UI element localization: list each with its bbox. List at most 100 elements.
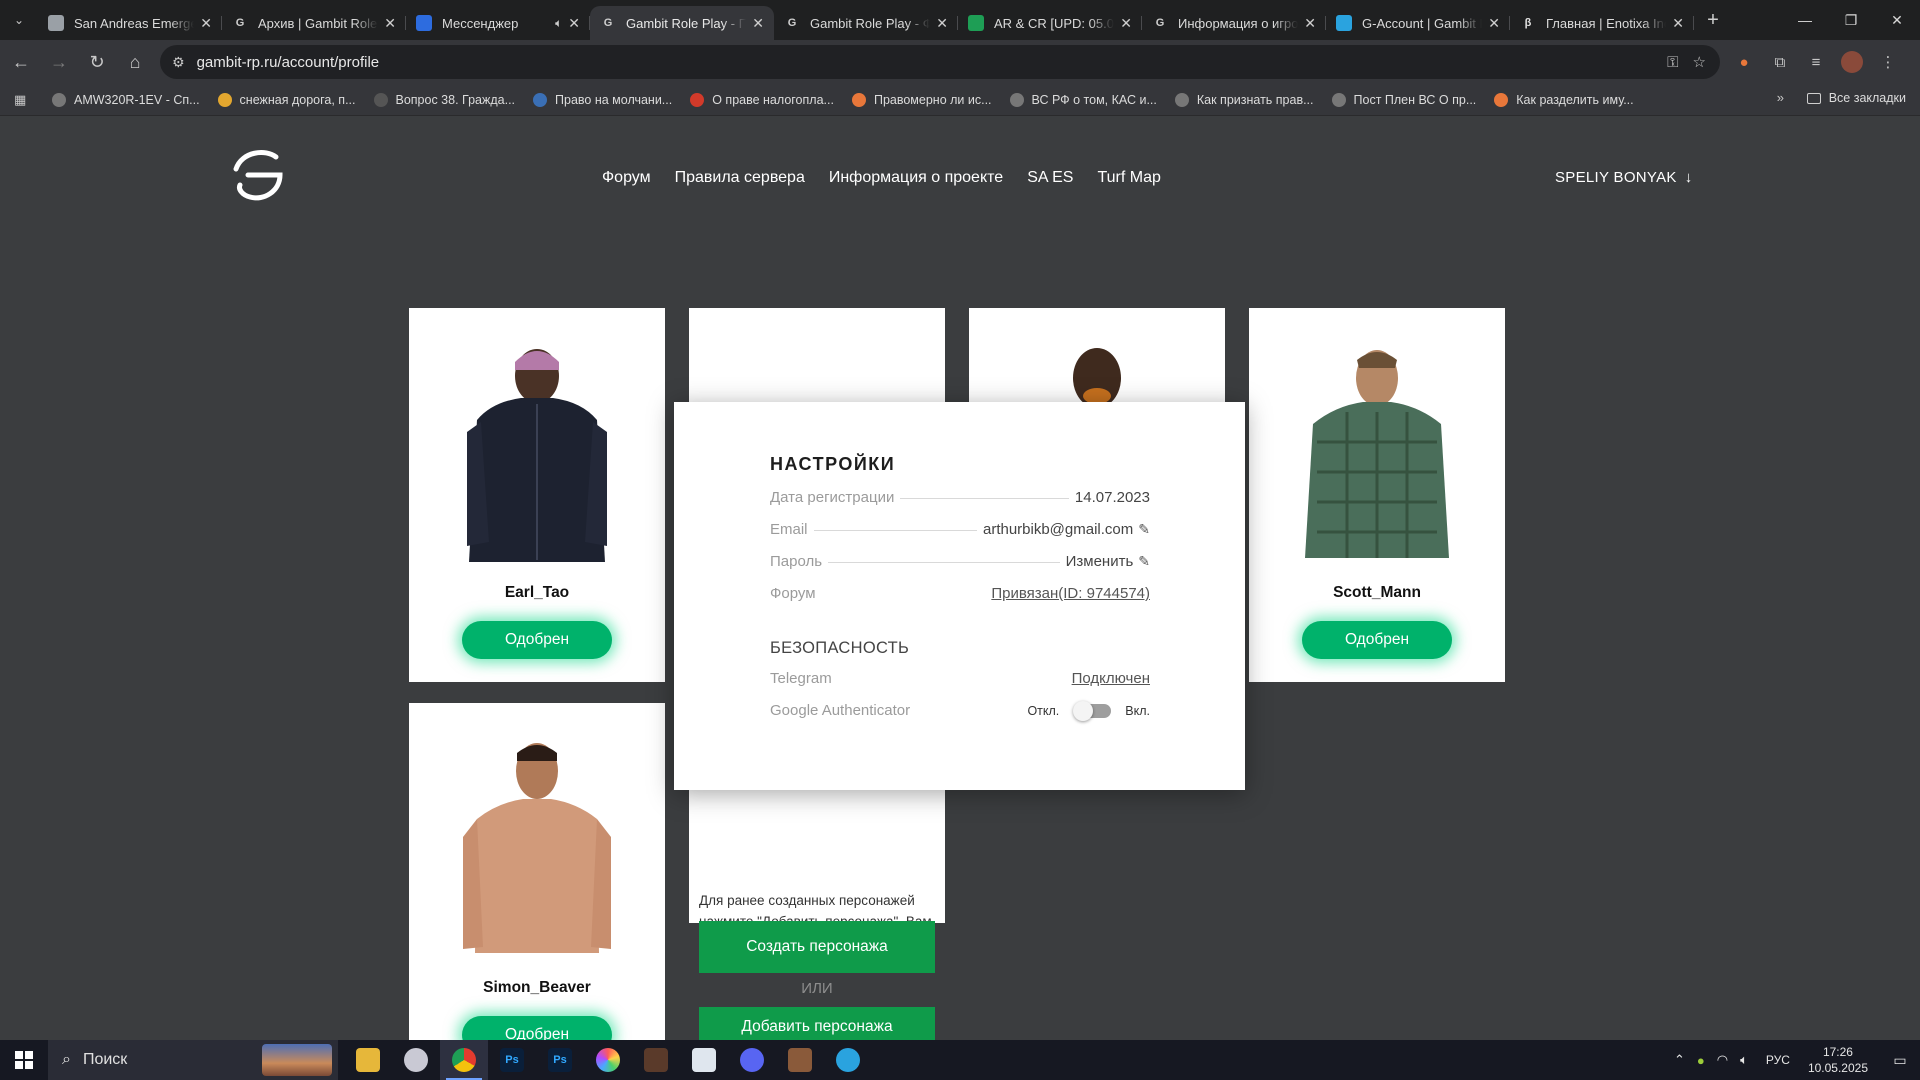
character-name: Scott_Mann <box>1333 584 1421 601</box>
restore-icon[interactable]: ❐ <box>1828 0 1874 40</box>
tab-search-chevron-icon[interactable]: ⌄ <box>6 7 32 33</box>
character-card[interactable]: Scott_Mann Одобрен <box>1249 308 1505 682</box>
forum-linked-link[interactable]: Привязан(ID: 9744574) <box>991 585 1150 602</box>
close-tab-icon[interactable]: ✕ <box>1488 15 1500 32</box>
tray-app-icon[interactable]: ● <box>1697 1053 1705 1068</box>
bookmark-item[interactable]: Как разделить иму... <box>1494 92 1634 107</box>
profile-avatar[interactable] <box>1841 51 1863 73</box>
minimize-icon[interactable]: — <box>1782 0 1828 40</box>
close-tab-icon[interactable]: ✕ <box>1120 15 1132 32</box>
apps-grid-icon[interactable]: ▦ <box>14 92 38 108</box>
volume-icon[interactable]: 🔈︎ <box>1740 1052 1748 1068</box>
status-approved-button[interactable]: Одобрен <box>462 1016 612 1040</box>
status-approved-button[interactable]: Одобрен <box>1302 621 1452 659</box>
url-text[interactable]: gambit-rp.ru/account/profile <box>197 54 1668 71</box>
bookmark-item[interactable]: ВС РФ о том, КАС и... <box>1009 92 1157 107</box>
taskbar-app[interactable] <box>344 1040 392 1080</box>
extensions-puzzle-icon[interactable]: ⧉ <box>1762 45 1798 79</box>
bookmark-item[interactable]: снежная дорога, п... <box>217 92 356 107</box>
close-tab-icon[interactable]: ✕ <box>568 15 580 32</box>
bookmark-star-icon[interactable]: ☆ <box>1693 53 1706 71</box>
close-tab-icon[interactable]: ✕ <box>200 15 212 32</box>
status-approved-button[interactable]: Одобрен <box>462 621 612 659</box>
taskbar-app[interactable] <box>632 1040 680 1080</box>
tab-title: G-Account | Gambit RP <box>1362 15 1482 31</box>
taskbar-search[interactable]: ⌕ Поиск <box>48 1040 338 1080</box>
bookmark-item[interactable]: Правомерно ли ис... <box>851 92 992 107</box>
ga-toggle-switch[interactable] <box>1073 701 1112 721</box>
menu-kebab-icon[interactable]: ⋮ <box>1870 45 1906 79</box>
or-divider: ИЛИ <box>801 980 833 997</box>
browser-tab[interactable]: AR & CR [UPD: 05.05] ✕ <box>958 6 1142 40</box>
taskbar-app[interactable] <box>776 1040 824 1080</box>
taskbar-app[interactable] <box>392 1040 440 1080</box>
nav-project-info[interactable]: Информация о проекте <box>829 169 1003 187</box>
browser-tab[interactable]: G Информация о игроке ✕ <box>1142 6 1326 40</box>
reload-icon[interactable]: ↻ <box>80 45 114 79</box>
security-title: БЕЗОПАСНОСТЬ <box>770 639 910 657</box>
edit-email-pencil-icon[interactable]: ✎ <box>1138 521 1150 538</box>
extension-icon[interactable]: ● <box>1726 45 1762 79</box>
address-bar[interactable]: ⚙ gambit-rp.ru/account/profile ⚿ ☆ <box>160 45 1720 79</box>
character-card[interactable]: Earl_Tao Одобрен <box>409 308 665 682</box>
clock[interactable]: 17:26 10.05.2025 <box>1808 1044 1868 1076</box>
browser-tab[interactable]: β Главная | Enotixa Inc. ✕ <box>1510 6 1694 40</box>
edit-password-pencil-icon[interactable]: ✎ <box>1138 553 1150 570</box>
change-password-link[interactable]: Изменить <box>1066 553 1134 570</box>
create-character-button[interactable]: Создать персонажа <box>699 921 935 973</box>
telegram-connected-link[interactable]: Подключен <box>1072 670 1150 687</box>
bookmarks-overflow-icon[interactable]: » <box>1777 90 1784 105</box>
character-card[interactable] <box>969 308 1225 408</box>
add-character-button[interactable]: Добавить персонажа <box>699 1007 935 1040</box>
bookmark-item[interactable]: AMW320R-1EV - Сп... <box>52 92 200 107</box>
nav-turf-map[interactable]: Turf Map <box>1097 169 1160 187</box>
home-icon[interactable]: ⌂ <box>118 45 152 79</box>
notification-icon[interactable]: ▭ <box>1880 1040 1920 1080</box>
taskbar-app[interactable]: Ps <box>488 1040 536 1080</box>
taskbar-app[interactable] <box>824 1040 872 1080</box>
nav-forum[interactable]: Форум <box>602 169 651 187</box>
bookmark-item[interactable]: Вопрос 38. Гражда... <box>373 92 515 107</box>
bookmark-item[interactable]: Пост Плен ВС О пр... <box>1331 92 1476 107</box>
wifi-icon[interactable]: ◠ <box>1717 1052 1728 1068</box>
browser-tab[interactable]: Мессенджер 🔈︎ ✕ <box>406 6 590 40</box>
speaker-icon[interactable]: 🔈︎ <box>555 16 562 31</box>
nav-sa-es[interactable]: SA ES <box>1027 169 1073 187</box>
character-card[interactable]: Simon_Beaver Одобрен <box>409 703 665 1040</box>
taskbar-app[interactable] <box>584 1040 632 1080</box>
media-controls-icon[interactable]: ≡ <box>1798 45 1834 79</box>
character-avatar <box>463 743 611 953</box>
gambit-logo-icon[interactable] <box>228 147 288 203</box>
browser-tab[interactable]: G Gambit Role Play - Форум ✕ <box>774 6 958 40</box>
new-tab-button[interactable]: + <box>1698 5 1728 35</box>
browser-tab[interactable]: G Gambit Role Play - Профиль ✕ <box>590 6 774 40</box>
bookmark-item[interactable]: Право на молчани... <box>533 92 672 107</box>
taskbar-app[interactable] <box>728 1040 776 1080</box>
taskbar-app[interactable]: Ps <box>536 1040 584 1080</box>
close-tab-icon[interactable]: ✕ <box>384 15 396 32</box>
bookmark-item[interactable]: Как признать прав... <box>1174 92 1314 107</box>
forward-icon[interactable]: → <box>42 45 76 79</box>
close-tab-icon[interactable]: ✕ <box>936 15 948 32</box>
user-menu[interactable]: SPELIY BONYAK ↓ <box>1555 169 1693 186</box>
browser-tab[interactable]: G Архив | Gambit Role Play ✕ <box>222 6 406 40</box>
back-icon[interactable]: ← <box>4 45 38 79</box>
close-tab-icon[interactable]: ✕ <box>1672 15 1684 32</box>
close-tab-icon[interactable]: ✕ <box>752 15 764 32</box>
browser-tab[interactable]: San Andreas Emergency ✕ <box>38 6 222 40</box>
bookmark-item[interactable]: О праве налогопла... <box>690 92 834 107</box>
chevron-up-icon[interactable]: ⌃ <box>1674 1052 1685 1068</box>
taskbar-app[interactable] <box>440 1040 488 1080</box>
all-bookmarks-button[interactable]: Все закладки <box>1806 91 1906 105</box>
close-window-icon[interactable]: ✕ <box>1874 0 1920 40</box>
password-key-icon[interactable]: ⚿ <box>1667 54 1678 71</box>
taskbar-app[interactable] <box>680 1040 728 1080</box>
password-row: Пароль Изменить ✎ <box>770 553 1150 570</box>
close-tab-icon[interactable]: ✕ <box>1304 15 1316 32</box>
language-indicator[interactable]: РУС <box>1766 1053 1790 1067</box>
start-button[interactable] <box>0 1040 48 1080</box>
nav-server-rules[interactable]: Правила сервера <box>675 169 805 187</box>
browser-tab[interactable]: G-Account | Gambit RP ✕ <box>1326 6 1510 40</box>
site-info-icon[interactable]: ⚙ <box>172 54 185 71</box>
file-explorer-icon <box>356 1048 380 1072</box>
